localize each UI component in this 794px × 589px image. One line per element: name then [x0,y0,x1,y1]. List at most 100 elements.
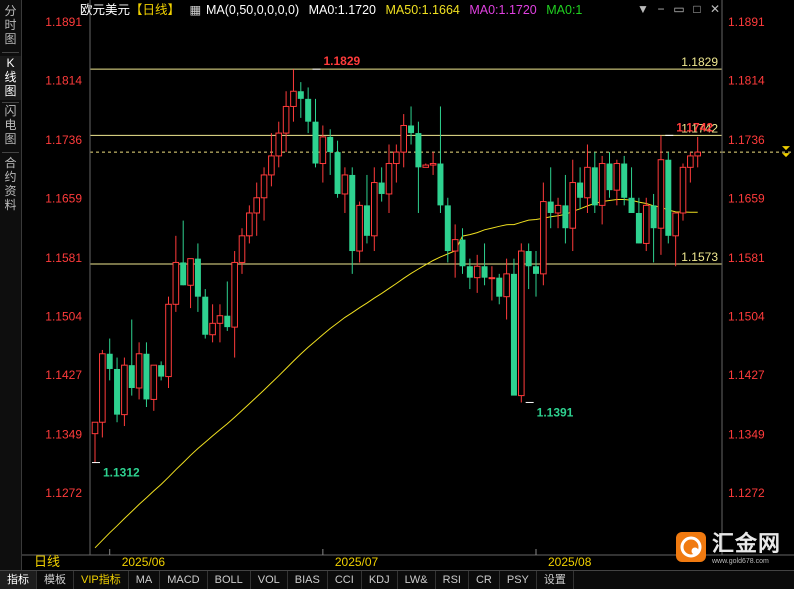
candle-body [165,303,172,378]
settings-icon[interactable]: ▦ [190,0,202,20]
candle-body [687,155,694,168]
candle-body [91,421,99,435]
price-level-label: 1.1573 [681,250,718,264]
candle-body [371,182,378,237]
candle-body [312,121,319,164]
ma-params[interactable]: MA(0,50,0,0,0,0) [206,0,299,20]
candle-body [135,353,143,389]
candle-body [297,91,304,99]
indicator-tab--0[interactable]: 指标 [0,571,37,589]
candle-body [253,197,260,214]
y-tick-left: 1.1814 [45,74,82,88]
date-label: 2025/08 [548,555,592,569]
indicator-tab-rsi[interactable]: RSI [436,571,469,589]
tab-contract-info[interactable]: 合约资料 [0,156,21,214]
candle-body [180,262,187,286]
extreme-label: 1.1391 [537,405,574,419]
down-arrow-icon[interactable]: ▼ [634,2,652,16]
candle-body [437,163,444,206]
indicator-tab-ma[interactable]: MA [129,571,161,589]
candle-body [106,353,113,369]
candle-body [665,159,672,236]
indicator-tab-cci[interactable]: CCI [328,571,362,589]
indicator-tab-kdj[interactable]: KDJ [362,571,398,589]
candle-body [635,212,642,244]
y-tick-left: 1.1504 [45,309,82,323]
indicator-tab-vip[interactable]: VIP指标 [74,571,129,589]
indicator-tab--14[interactable]: 设置 [537,571,574,589]
candle-body [679,166,687,214]
ma0b-value: MA0:1.1720 [469,3,537,17]
indicator-tab-cr[interactable]: CR [469,571,500,589]
candle-body [466,266,473,278]
candle-body [613,163,621,191]
y-tick-right: 1.1504 [728,309,765,323]
candle-body [363,205,370,236]
y-tick-left: 1.1349 [45,427,82,441]
indicator-tab-psy[interactable]: PSY [500,571,537,589]
period-corner-label: 日线 [34,554,61,569]
extreme-label: 1.1312 [103,466,140,480]
y-tick-right: 1.1427 [728,368,765,382]
close-icon[interactable]: ✕ [706,2,724,16]
indicator-tab-boll[interactable]: BOLL [208,571,251,589]
tab-kline[interactable]: K线图 [0,56,21,100]
candle-body [488,277,496,280]
minus-icon[interactable]: − [652,2,670,16]
tab-flash-chart[interactable]: 闪电图 [0,104,21,148]
tab-timeshare[interactable]: 分时图 [0,4,21,48]
candle-body [400,124,407,153]
candle-body [657,159,665,229]
candle-body [415,133,422,168]
indicator-tab-lw[interactable]: LW& [398,571,436,589]
instrument-name: 欧元美元 [80,3,131,17]
candle-body [334,152,341,194]
indicator-tab-macd[interactable]: MACD [160,571,208,589]
candle-body [451,239,459,252]
indicator-tab--1[interactable]: 模板 [37,571,74,589]
candle-body [238,235,246,263]
candle-body [650,205,657,229]
indicator-tab-bar: 指标 模板 VIP指标 MA MACD BOLL VOL BIAS CCI KDJ LW& RSI CR… [0,570,794,589]
candle-body [143,353,150,400]
candle-body [202,296,209,335]
ma0-value: MA0:1.1720 [308,3,377,17]
candle-body [356,204,363,252]
ma50-value: MA50:1.1664 [385,3,460,17]
candle-body [209,322,216,336]
y-tick-right: 1.1272 [728,486,765,500]
candle-body [584,166,591,199]
brand-name: 汇金网 [712,531,782,556]
candle-body [422,164,430,168]
candle-body [459,239,466,267]
candle-body [393,151,400,165]
period-label[interactable]: 【日线】 [130,0,180,20]
y-tick-left: 1.1272 [45,486,82,500]
candle-body [268,155,275,176]
brand-url: www.gold678.com [712,558,769,565]
candle-body [598,163,606,206]
kline-chart[interactable]: 1.18291.17421.1573 1.18291.17421.13911.1… [22,0,794,570]
candle-body [569,182,577,229]
candle-body [694,151,702,157]
date-label: 2025/07 [335,555,379,569]
candle-body [99,353,106,423]
candle-body [518,250,525,397]
date-label: 2025/06 [122,555,166,569]
candle-body [577,182,584,198]
indicator-tab-bias[interactable]: BIAS [288,571,328,589]
candle-body [429,163,437,166]
candle-body [496,277,503,297]
candle-body [621,163,628,198]
ma50-line [94,199,698,549]
maximize-icon[interactable]: □ [688,2,706,16]
candle-body [444,205,451,252]
window-controls: ▼ − ▭ □ ✕ [634,2,724,16]
candle-body [378,182,385,194]
candle-body [224,315,231,328]
candle-body [349,174,356,252]
candle-body [114,368,121,415]
restore-icon[interactable]: ▭ [670,2,688,16]
indicator-tab-vol[interactable]: VOL [251,571,288,589]
candle-body [408,125,415,134]
